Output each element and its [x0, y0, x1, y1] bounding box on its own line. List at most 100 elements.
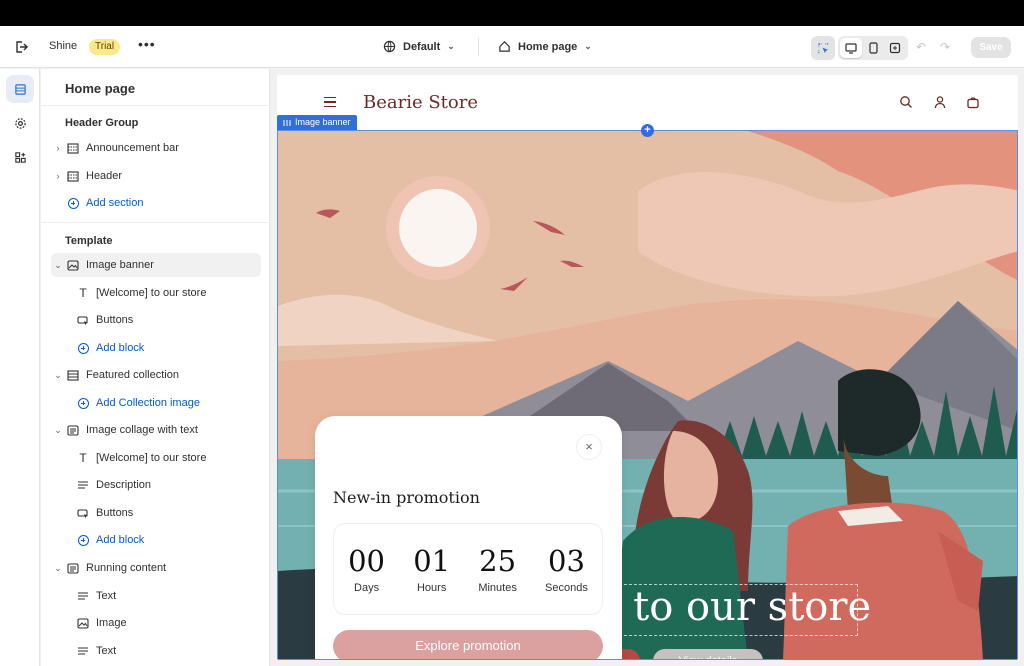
add-block-button[interactable]: Add block — [51, 336, 261, 360]
section-label: Running content — [86, 562, 167, 574]
block-label: Image — [96, 617, 127, 629]
desktop-view-button[interactable] — [840, 38, 862, 58]
editor-rail — [0, 69, 40, 666]
theme-selector[interactable]: Default ⌄ — [383, 40, 455, 53]
store-header: Bearie Store — [277, 75, 1018, 130]
block-item-heading[interactable]: T [Welcome] to our store — [51, 446, 261, 470]
promotion-popup: × New-in promotion 00 Days 01 Hours 25 M… — [315, 416, 622, 659]
add-block-label: Add block — [96, 534, 145, 546]
block-label: Buttons — [96, 314, 134, 326]
chevron-down-icon[interactable]: ⌄ — [51, 370, 65, 381]
chevron-right-icon[interactable]: › — [51, 143, 65, 153]
theme-editor: Shine Trial ••• Default ⌄ Home page ⌄ ↶ … — [0, 26, 1024, 666]
block-item-buttons[interactable]: Buttons — [51, 308, 261, 332]
fullscreen-view-button[interactable] — [884, 38, 906, 58]
account-icon[interactable] — [933, 95, 947, 109]
mobile-view-button[interactable] — [862, 38, 884, 58]
countdown-value: 25 — [479, 544, 517, 578]
home-icon — [499, 41, 510, 52]
chevron-down-icon[interactable]: ⌄ — [51, 260, 65, 271]
page-selector[interactable]: Home page ⌄ — [498, 40, 592, 53]
block-item-buttons[interactable]: Buttons — [51, 501, 261, 525]
countdown-value: 03 — [548, 544, 585, 578]
section-item-image-banner[interactable]: ⌄ Image banner — [51, 253, 261, 277]
page-title: Home page — [65, 81, 136, 96]
countdown-days: 00 Days — [348, 544, 385, 594]
add-block-button[interactable]: Add block — [51, 528, 261, 552]
countdown-value: 00 — [348, 544, 385, 578]
save-button[interactable]: Save — [971, 37, 1011, 58]
add-circle-icon — [75, 341, 91, 355]
section-icon — [65, 368, 81, 382]
drag-handle-icon — [283, 119, 291, 126]
theme-icon — [383, 40, 396, 53]
inspector-cursor-icon — [817, 42, 828, 53]
button-icon — [75, 506, 91, 520]
section-item-featured-collection[interactable]: ⌄ Featured collection — [51, 363, 261, 387]
countdown-seconds: 03 Seconds — [545, 544, 588, 594]
divider — [41, 105, 270, 106]
editor-topbar: Shine Trial ••• Default ⌄ Home page ⌄ ↶ … — [0, 26, 1024, 68]
storefront-preview: Bearie Store Welcome to our store × New-… — [277, 75, 1018, 660]
block-item-description[interactable]: Description — [51, 473, 261, 497]
section-label: Image collage with text — [86, 424, 198, 436]
view-details-button[interactable]: View details — [653, 649, 763, 659]
button-icon — [75, 313, 91, 327]
store-name: Shine — [49, 40, 78, 52]
close-icon[interactable]: × — [576, 434, 602, 460]
undo-icon[interactable]: ↶ — [916, 40, 926, 54]
explore-promotion-button[interactable]: Explore promotion — [333, 630, 603, 659]
rail-apps-button[interactable] — [6, 143, 34, 171]
section-item-image-collage[interactable]: ⌄ Image collage with text — [51, 418, 261, 442]
add-circle-icon — [75, 396, 91, 410]
rail-settings-button[interactable] — [6, 109, 34, 137]
add-section-button[interactable]: Add section — [51, 191, 261, 215]
chevron-down-icon[interactable]: ⌄ — [51, 425, 65, 436]
add-block-label: Add block — [96, 342, 145, 354]
block-label: Text — [96, 645, 117, 657]
countdown-minutes: 25 Minutes — [478, 544, 517, 594]
redo-icon[interactable]: ↷ — [940, 40, 950, 54]
add-circle-icon — [65, 196, 81, 210]
inspector-toggle-button[interactable] — [811, 36, 835, 60]
add-collection-image-button[interactable]: Add Collection image — [51, 391, 261, 415]
template-group-title: Template — [65, 235, 113, 247]
image-banner-section[interactable]: Welcome to our store Shop now View detai… — [277, 130, 1018, 660]
menu-icon[interactable] — [324, 97, 336, 110]
block-item-text[interactable]: Text — [51, 639, 261, 663]
block-label: [Welcome] to our store — [96, 287, 207, 299]
text-section-icon — [65, 423, 81, 437]
selected-section-tag[interactable]: Image banner — [277, 115, 357, 130]
exit-icon[interactable] — [13, 39, 29, 55]
countdown-hours: 01 Hours — [413, 544, 450, 594]
section-item-header[interactable]: › Header — [51, 164, 261, 188]
block-label: Text — [96, 590, 117, 602]
store-logo[interactable]: Bearie Store — [363, 92, 478, 113]
section-sidebar: Home page Header Group › Announcement ba… — [41, 69, 270, 666]
rail-sections-button[interactable] — [6, 75, 34, 103]
search-icon[interactable] — [899, 95, 913, 109]
section-label: Header — [86, 170, 123, 182]
chevron-down-icon[interactable]: ⌄ — [51, 563, 65, 574]
trial-badge: Trial — [89, 39, 121, 55]
section-item-announcement-bar[interactable]: › Announcement bar — [51, 136, 261, 160]
block-item-image[interactable]: Image — [51, 611, 261, 635]
add-section-label: Add section — [86, 197, 144, 209]
page-name: Home page — [518, 40, 578, 53]
countdown-label: Seconds — [545, 582, 588, 594]
block-item-heading[interactable]: T [Welcome] to our store — [51, 281, 261, 305]
block-item-text[interactable]: Text — [51, 584, 261, 608]
block-label: [Welcome] to our store — [96, 452, 207, 464]
text-icon: T — [79, 286, 87, 300]
sections-icon — [14, 83, 26, 95]
device-switcher — [838, 36, 908, 60]
chevron-right-icon[interactable]: › — [51, 171, 65, 181]
add-section-inline-button[interactable]: + — [641, 124, 654, 137]
block-label: Buttons — [96, 507, 134, 519]
countdown-timer: 00 Days 01 Hours 25 Minutes 03 Seconds — [333, 523, 603, 615]
selected-section-label: Image banner — [295, 117, 351, 127]
cart-icon[interactable] — [966, 95, 980, 109]
section-item-running-content[interactable]: ⌄ Running content — [51, 556, 261, 580]
chevron-down-icon: ⌄ — [584, 41, 592, 51]
more-actions-button[interactable]: ••• — [138, 36, 156, 52]
